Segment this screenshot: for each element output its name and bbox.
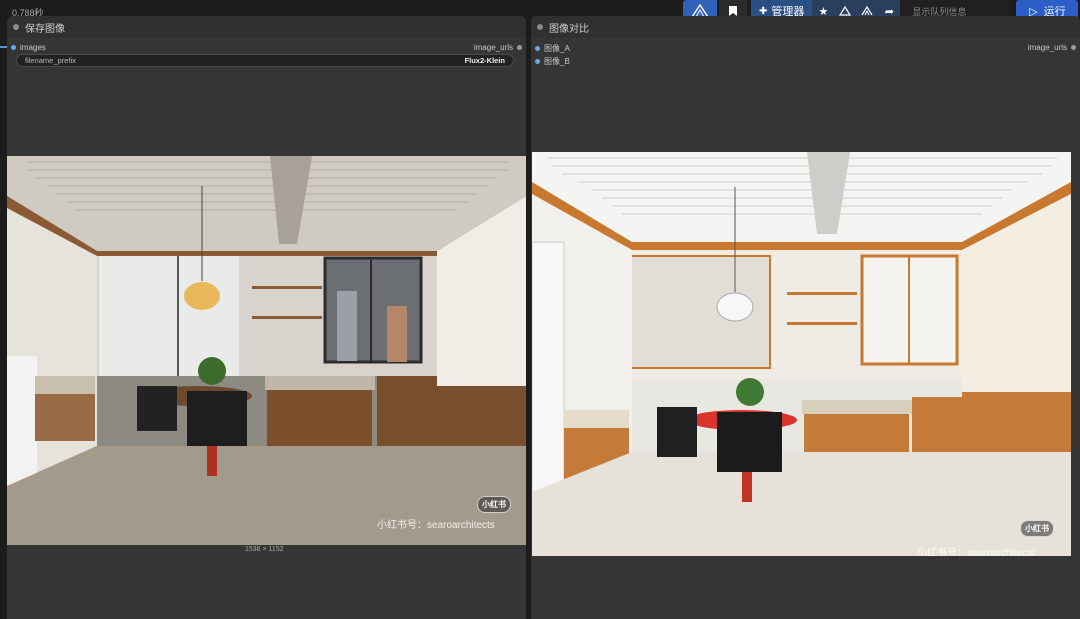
node-header[interactable]: 图像对比 [531, 16, 1080, 38]
collapse-dot-icon[interactable] [537, 24, 543, 30]
slot-label: image_urls [473, 43, 513, 52]
widget-label: filename_prefix [25, 56, 76, 65]
node-title: 图像对比 [549, 23, 589, 35]
slot-label: 图像_A [544, 44, 570, 53]
images-input-slot[interactable]: images [11, 43, 46, 52]
input-dot-icon[interactable] [11, 45, 16, 50]
output-dot-icon[interactable] [517, 45, 522, 50]
input-dot-icon[interactable] [535, 46, 540, 51]
node-header[interactable]: 保存图像 [7, 16, 526, 38]
kitchen-render [532, 152, 1071, 556]
image-a-input-slot[interactable]: 图像_A [535, 43, 570, 54]
node-title: 保存图像 [25, 23, 65, 35]
xiaohongshu-badge: 小红书 [477, 496, 511, 513]
saved-image-preview[interactable]: 小红书号：searoarchitects 小红书 [7, 156, 526, 545]
compare-image-preview[interactable]: 小红书号：searoarchitects 小红书 [532, 152, 1071, 556]
puzzle-icon: ✚ [759, 5, 768, 17]
image-urls-output-slot[interactable]: image_urls [1028, 43, 1076, 52]
slot-label: 图像_B [544, 57, 570, 66]
image-urls-output-slot[interactable]: image_urls [474, 43, 522, 52]
image-b-input-slot[interactable]: 图像_B [535, 56, 570, 67]
slot-label: images [20, 43, 46, 52]
kitchen-photo [7, 156, 526, 545]
collapse-dot-icon[interactable] [13, 24, 19, 30]
widget-value[interactable]: Flux2-Klein [465, 56, 505, 65]
filename-prefix-field[interactable]: filename_prefix Flux2-Klein [16, 54, 514, 67]
input-dot-icon[interactable] [535, 59, 540, 64]
image-compare-node[interactable]: 图像对比 图像_A 图像_B image_urls 小红书号：searoarch… [531, 16, 1080, 619]
input-wire [0, 46, 7, 48]
output-dot-icon[interactable] [1071, 45, 1076, 50]
xiaohongshu-badge: 小红书 [1020, 520, 1054, 537]
watermark-text: 小红书号：searoarchitects [917, 548, 1035, 556]
image-size-label: 1536 × 1152 [245, 546, 284, 553]
slot-label: image_urls [1027, 43, 1067, 52]
watermark-text: 小红书号：searoarchitects [377, 520, 495, 531]
save-image-node[interactable]: 保存图像 images image_urls filename_prefix F… [7, 16, 526, 619]
workflow-canvas[interactable]: 0.788秒 ✚ 管理器 ★ ➦ 显示队列信息 ▷ 运行 保存图像 images… [0, 0, 1080, 619]
